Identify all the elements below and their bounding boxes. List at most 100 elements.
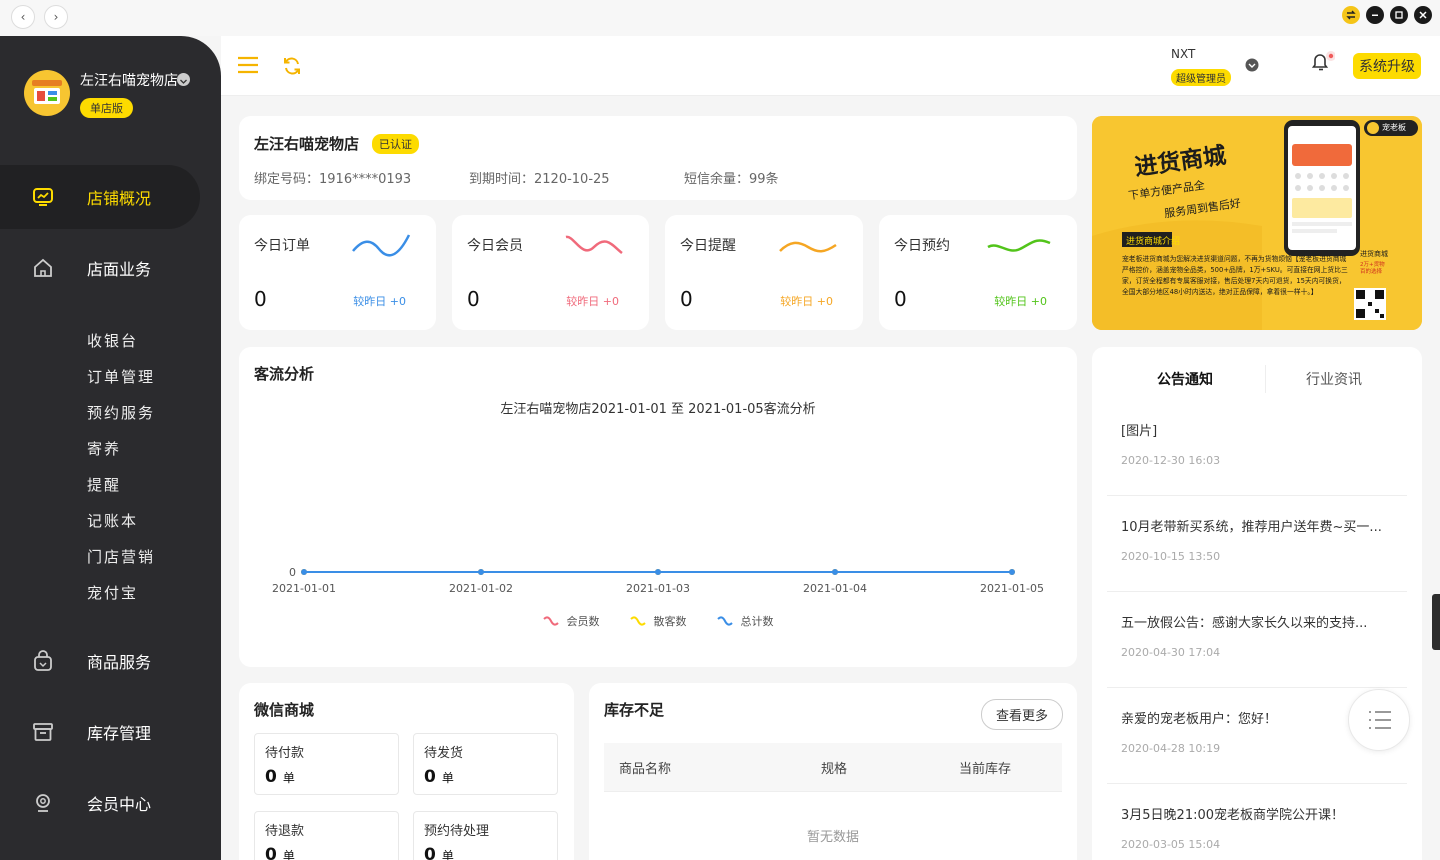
stat-card-members[interactable]: 今日会员 0 较昨日 +0	[452, 215, 649, 330]
legend-label: 总计数	[740, 615, 774, 628]
sidebar-item-label: 店面业务	[87, 260, 152, 279]
pending-appointment-box[interactable]: 预约待处理 0单	[413, 811, 558, 860]
forward-button[interactable]: ›	[44, 5, 68, 29]
store-name: 左汪右喵宠物店	[254, 135, 360, 153]
sidebar-sub-ledger[interactable]: 记账本	[87, 510, 138, 531]
box-label: 预约待处理	[424, 824, 490, 839]
notice-item[interactable]: 3月5日晚21:00宠老板商学院公开课！ 2020-03-05 15:04	[1107, 784, 1407, 860]
stat-label: 今日提醒	[680, 238, 736, 254]
sidebar-sub-cashier[interactable]: 收银台	[87, 330, 138, 351]
sidebar-sub-marketing[interactable]: 门店营销	[87, 546, 155, 567]
sidebar-sub-pay[interactable]: 宠付宝	[87, 582, 138, 603]
notice-item[interactable]: 五一放假公告：感谢大家长久以来的支持... 2020-04-30 17:04	[1107, 592, 1407, 688]
sidebar-sub-appointments[interactable]: 预约服务	[87, 402, 155, 423]
sidebar-item-goods[interactable]: 商品服务	[0, 629, 221, 693]
side-scroll-handle[interactable]	[1432, 594, 1440, 650]
stat-card-reminders[interactable]: 今日提醒 0 较昨日 +0	[665, 215, 863, 330]
banner-badge: 宠老板	[1382, 123, 1406, 132]
sidebar-sub-orders[interactable]: 订单管理	[87, 366, 155, 387]
mall-promo-banner[interactable]: 进货商城 下单方便产品全 服务周到售后好 进货商城介绍 宠老板进货商城为您解决进…	[1092, 116, 1422, 330]
refresh-icon[interactable]	[282, 56, 302, 76]
user-menu-chevron-icon[interactable]	[1245, 58, 1259, 72]
trend-wave-icon	[565, 235, 623, 254]
notice-title: 五一放假公告：感谢大家长久以来的支持...	[1121, 616, 1368, 631]
shop-header: 左汪右喵宠物店 单店版	[0, 36, 221, 160]
banner-intro-text: 宠老板进货商城为您解决进货渠道问题，不再为货物烦恼【宠老板进货商城严格控价，涵盖…	[1122, 255, 1348, 296]
col-stock[interactable]: 当前库存	[959, 758, 1011, 777]
verified-badge: 已认证	[372, 134, 419, 154]
legend-item-members[interactable]: 会员数	[542, 613, 600, 629]
notice-item[interactable]: [图片] 2020-12-30 16:03	[1107, 400, 1407, 496]
legend-item-walkins[interactable]: 散客数	[629, 613, 687, 629]
stat-compare: 较昨日 +0	[780, 295, 833, 308]
box-value: 0	[265, 767, 277, 787]
x-tick-label: 2021-01-03	[626, 582, 690, 595]
col-product-name[interactable]: 商品名称	[619, 758, 671, 777]
x-tick-label: 2021-01-01	[272, 582, 336, 595]
sidebar-item-label: 店铺概况	[87, 189, 152, 208]
sidebar-item-members[interactable]: 会员中心	[0, 771, 221, 835]
stat-card-orders[interactable]: 今日订单 0 较昨日 +0	[239, 215, 436, 330]
banner-side-sub: 2万+货物 百的选择	[1360, 262, 1385, 275]
wechat-mall-title: 微信商城	[254, 701, 315, 719]
box-value: 0	[424, 845, 436, 860]
pending-payment-box[interactable]: 待付款 0单	[254, 733, 399, 795]
tab-announcements[interactable]: 公告通知	[1156, 369, 1214, 389]
upgrade-button[interactable]: 系统升级	[1353, 53, 1421, 79]
list-icon	[1369, 711, 1391, 729]
close-icon[interactable]	[1414, 6, 1432, 24]
notice-title: [图片]	[1121, 424, 1158, 439]
data-point[interactable]	[301, 569, 307, 575]
tab-industry-news[interactable]: 行业资讯	[1306, 369, 1362, 389]
menu-toggle-icon[interactable]	[237, 56, 259, 74]
switch-icon[interactable]	[1342, 6, 1360, 24]
stat-compare: 较昨日 +0	[353, 295, 406, 308]
data-point[interactable]	[478, 569, 484, 575]
minimize-icon[interactable]	[1366, 6, 1384, 24]
sidebar-item-overview[interactable]: 店铺概况	[0, 165, 200, 229]
legend-label: 散客数	[653, 615, 687, 628]
user-name[interactable]: NXT	[1171, 47, 1195, 61]
sidebar-item-store-business[interactable]: 店面业务	[0, 236, 221, 300]
notice-date: 2020-10-15 13:50	[1121, 550, 1221, 563]
divider	[604, 791, 1062, 792]
pending-shipment-box[interactable]: 待发货 0单	[413, 733, 558, 795]
box-icon	[33, 723, 53, 741]
stat-card-appointments[interactable]: 今日预约 0 较昨日 +0	[879, 215, 1077, 330]
view-more-button[interactable]: 查看更多	[980, 699, 1063, 730]
sidebar-sub-boarding[interactable]: 寄养	[87, 438, 121, 459]
stat-value: 0	[894, 287, 907, 311]
col-spec[interactable]: 规格	[821, 758, 847, 777]
back-button[interactable]: ‹	[11, 5, 35, 29]
data-point[interactable]	[1009, 569, 1015, 575]
sidebar-sub-reminders[interactable]: 提醒	[87, 474, 121, 495]
trend-wave-icon	[352, 234, 411, 257]
sidebar-item-inventory[interactable]: 库存管理	[0, 700, 221, 764]
data-point[interactable]	[832, 569, 838, 575]
home-icon	[34, 258, 52, 277]
maximize-icon[interactable]	[1390, 6, 1408, 24]
chevron-down-icon[interactable]	[177, 73, 190, 86]
legend-wave-icon	[716, 616, 733, 626]
notice-title: 10月老带新买系统，推荐用户送年费~买一...	[1121, 520, 1382, 535]
notice-item[interactable]: 10月老带新买系统，推荐用户送年费~买一... 2020-10-15 13:50	[1107, 496, 1407, 592]
sidebar: 左汪右喵宠物店 单店版 店铺概况 店面业务 收银台 订单管理 预约服务 寄养 提…	[0, 36, 221, 860]
floating-menu-button[interactable]	[1348, 689, 1410, 751]
store-info-card: 左汪右喵宠物店 已认证 绑定号码：1916****0193 到期时间：2120-…	[239, 116, 1077, 200]
notice-date: 2020-03-05 15:04	[1121, 838, 1221, 851]
legend-wave-icon	[629, 616, 646, 626]
pending-refund-box[interactable]: 待退款 0单	[254, 811, 399, 860]
box-unit: 单	[282, 771, 295, 785]
data-point[interactable]	[655, 569, 661, 575]
avatar[interactable]	[24, 70, 70, 116]
legend-item-total[interactable]: 总计数	[716, 613, 774, 629]
stat-compare: 较昨日 +0	[566, 295, 619, 308]
x-tick-label: 2021-01-05	[980, 582, 1044, 595]
member-icon	[36, 794, 50, 812]
notice-title: 3月5日晚21:00宠老板商学院公开课！	[1121, 808, 1345, 823]
shop-name[interactable]: 左汪右喵宠物店	[80, 70, 178, 90]
y-tick-label: 0	[289, 566, 296, 579]
stat-label: 今日预约	[894, 238, 950, 254]
stat-label: 今日会员	[467, 238, 523, 254]
bell-icon[interactable]	[1311, 50, 1335, 74]
